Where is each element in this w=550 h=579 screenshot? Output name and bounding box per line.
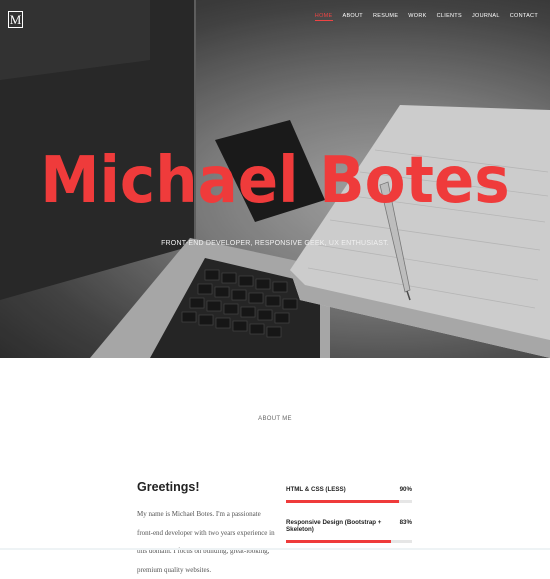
nav-item-journal[interactable]: JOURNAL [472,13,500,21]
skill-item: Responsive Design (Bootstrap + Skeleton)… [286,519,412,543]
about-section-heading: ABOUT ME [258,416,292,422]
main-nav: HOME ABOUT RESUME WORK CLIENTS JOURNAL C… [314,13,538,21]
nav-item-work[interactable]: WORK [408,13,426,21]
nav-item-contact[interactable]: CONTACT [510,13,538,21]
nav-item-clients[interactable]: CLIENTS [437,13,462,21]
skill-percent: 83% [399,519,412,526]
nav-item-home[interactable]: HOME [314,13,333,21]
skill-name: Responsive Design (Bootstrap + Skeleton) [286,519,382,533]
greeting-title: Greetings! [137,480,200,494]
hero-title: Michael Botes [40,144,510,218]
skill-progress-track [286,500,412,503]
skill-progress-fill [286,540,391,543]
hero-subtitle: FRONT-END DEVELOPER, RESPONSIVE GEEK, UX… [161,240,389,247]
bio-text: My name is Michael Botes. I'm a passiona… [137,510,275,574]
skill-name: HTML & CSS (LESS) [286,486,346,493]
brand-logo[interactable]: M [8,11,23,28]
hero-banner: M HOME ABOUT RESUME WORK CLIENTS JOURNAL… [0,0,550,358]
nav-item-about[interactable]: ABOUT [343,13,363,21]
skill-progress-fill [286,500,400,503]
nav-item-resume[interactable]: RESUME [373,13,398,21]
skill-progress-track [286,540,412,543]
skill-item: HTML & CSS (LESS) 90% [286,486,412,503]
skill-percent: 90% [399,486,412,493]
